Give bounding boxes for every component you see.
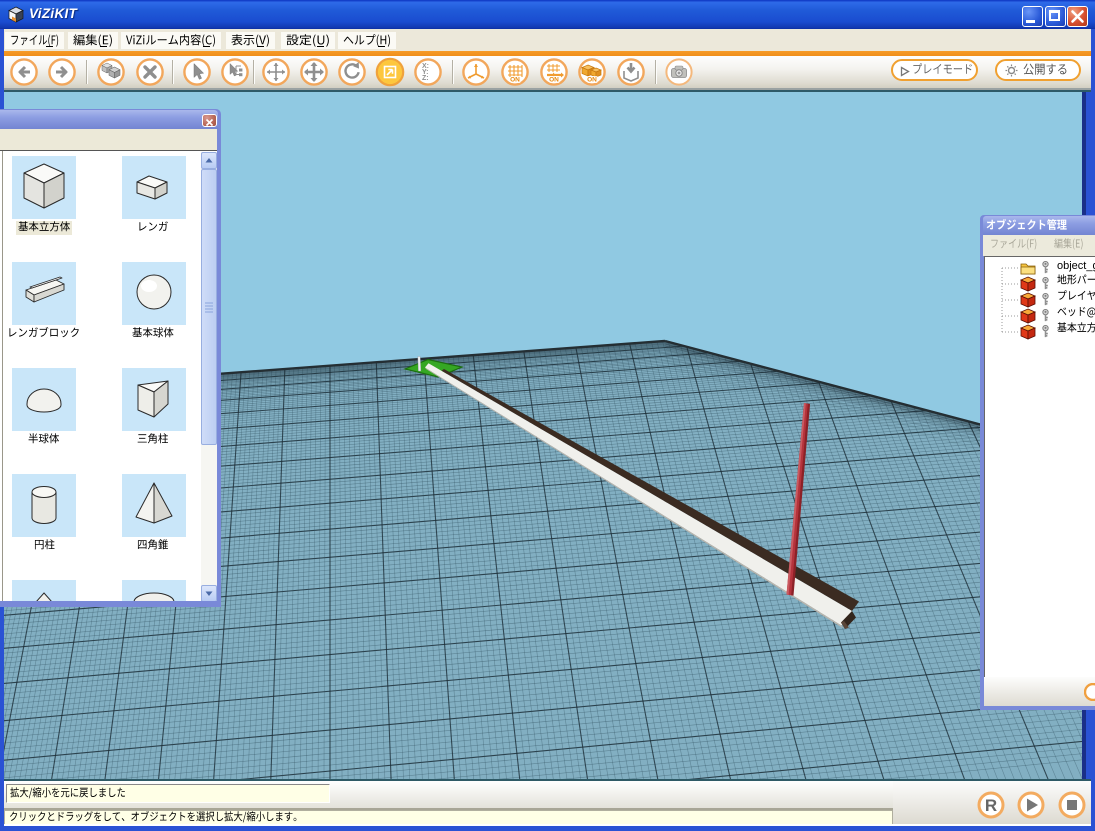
svg-text:ON: ON [549,77,559,84]
svg-text:R: R [985,796,997,815]
svg-text:ON: ON [587,77,597,84]
svg-text:ON: ON [510,77,520,84]
svg-text:Z:: Z: [422,75,429,82]
